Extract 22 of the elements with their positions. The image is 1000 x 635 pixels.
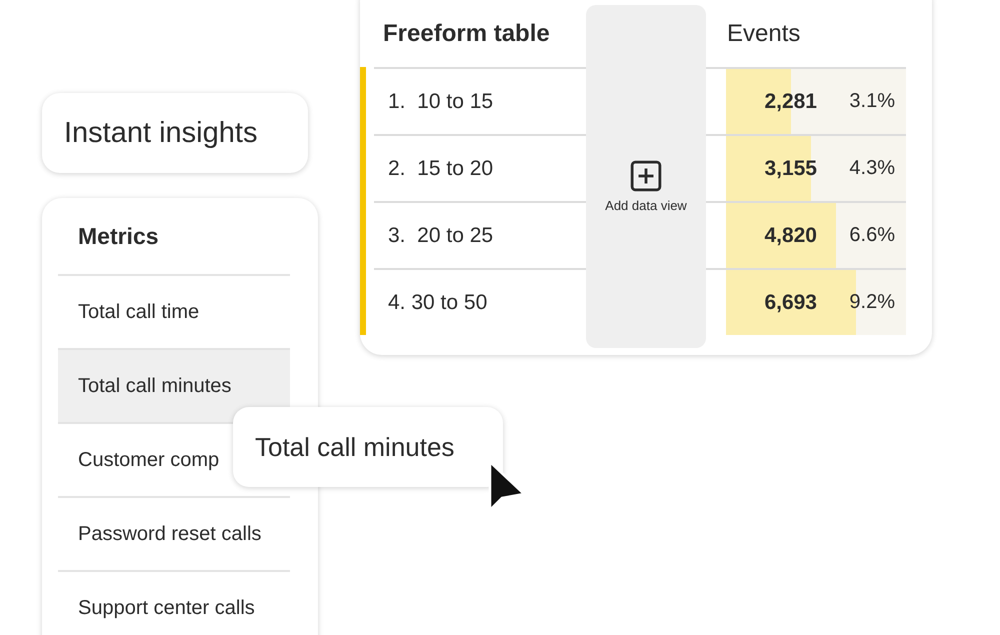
value-cell-text: 2,281 — [763, 90, 817, 114]
add-data-view-button[interactable]: Add data view — [586, 5, 706, 348]
add-icon — [630, 160, 662, 192]
table-title: Freeform table — [382, 20, 550, 48]
dimension-cell: 2. 15 to 20 — [388, 156, 494, 180]
percent-cell-text: 6.6% — [848, 224, 895, 247]
metric-item[interactable]: Password reset calls — [58, 498, 290, 572]
value-cell-text: 4,820 — [763, 224, 817, 248]
dimension-cell: 4. 30 to 50 — [388, 290, 488, 314]
column-header: Events — [726, 20, 800, 48]
metric-item[interactable]: Total call minutes — [58, 350, 290, 424]
dimension-cell: 1. 10 to 15 — [388, 90, 494, 114]
value-cell-text: 3,155 — [763, 156, 817, 180]
instant-insights-button[interactable]: Instant insights — [42, 93, 308, 173]
percent-cell-text: 3.1% — [848, 90, 895, 113]
metrics-title: Metrics — [58, 198, 290, 276]
value-cell-text: 6,693 — [763, 290, 817, 314]
drag-tooltip: Total call minutes — [233, 407, 503, 487]
percent-cell-text: 9.2% — [848, 291, 895, 314]
metric-item[interactable]: Support center calls — [58, 572, 290, 635]
percent-cell-text: 4.3% — [848, 157, 895, 180]
dimension-cell: 3. 20 to 25 — [388, 224, 494, 248]
